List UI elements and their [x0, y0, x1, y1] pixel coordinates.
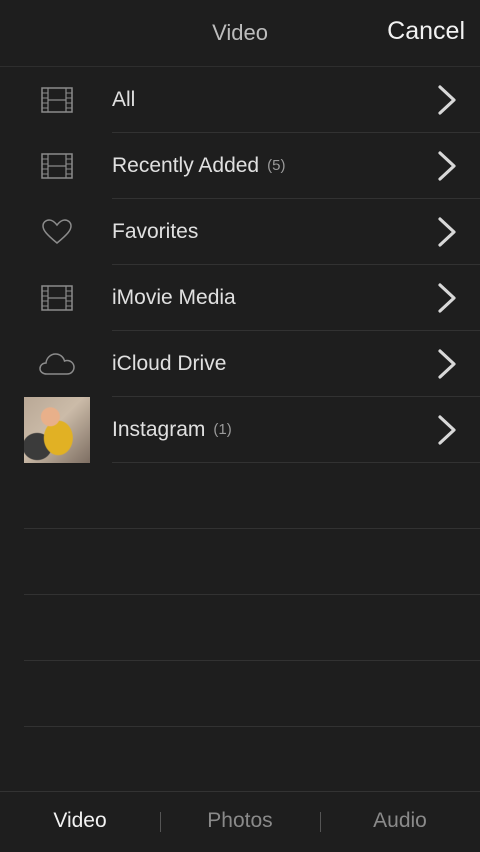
album-row-instagram[interactable]: Instagram (1)	[0, 397, 480, 463]
tab-photos[interactable]: Photos	[160, 809, 320, 833]
heart-icon	[24, 199, 90, 265]
empty-row	[0, 463, 480, 529]
album-label: Instagram (1)	[112, 418, 232, 442]
album-label: Favorites	[112, 220, 198, 244]
nav-header: Video Cancel	[0, 0, 480, 67]
album-name: iMovie Media	[112, 286, 236, 309]
album-row-recently-added[interactable]: Recently Added (5)	[0, 133, 480, 199]
chevron-right-icon	[438, 283, 456, 313]
album-name: Favorites	[112, 220, 199, 243]
cloud-icon	[24, 331, 90, 397]
empty-row	[0, 595, 480, 661]
chevron-right-icon	[438, 217, 456, 247]
tab-bar: Video Photos Audio	[0, 791, 480, 852]
tab-audio[interactable]: Audio	[320, 809, 480, 833]
album-name: All	[112, 88, 136, 111]
album-count: (5)	[267, 157, 286, 174]
thumbnail-image	[24, 397, 90, 463]
album-name: iCloud Drive	[112, 352, 227, 375]
chevron-right-icon	[438, 349, 456, 379]
album-row-favorites[interactable]: Favorites	[0, 199, 480, 265]
tab-video[interactable]: Video	[0, 809, 160, 833]
film-icon	[24, 133, 90, 199]
chevron-right-icon	[438, 151, 456, 181]
empty-row	[0, 529, 480, 595]
chevron-right-icon	[438, 415, 456, 445]
album-thumbnail	[24, 397, 90, 463]
film-icon	[24, 67, 90, 133]
film-icon	[24, 265, 90, 331]
cancel-button[interactable]: Cancel	[387, 17, 465, 46]
empty-row	[0, 661, 480, 727]
chevron-right-icon	[438, 85, 456, 115]
album-label: iMovie Media	[112, 286, 236, 310]
album-name: Recently Added	[112, 154, 260, 177]
album-label: Recently Added (5)	[112, 154, 285, 178]
album-name: Instagram	[112, 418, 206, 441]
album-count: (1)	[213, 421, 232, 438]
album-row-icloud-drive[interactable]: iCloud Drive	[0, 331, 480, 397]
row-divider	[24, 726, 480, 727]
album-list: All Recently Added (5) Favorites iMovie …	[0, 67, 480, 727]
album-label: iCloud Drive	[112, 352, 226, 376]
album-row-all[interactable]: All	[0, 67, 480, 133]
album-row-imovie-media[interactable]: iMovie Media	[0, 265, 480, 331]
album-label: All	[112, 88, 135, 112]
